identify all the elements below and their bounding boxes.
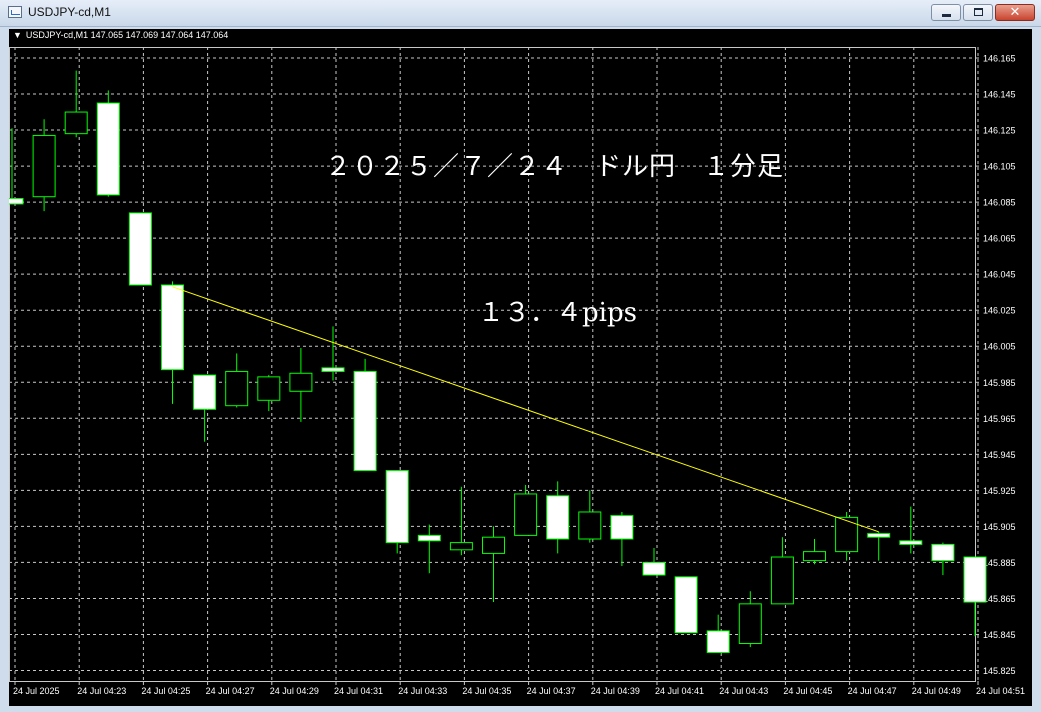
x-tick-label: 24 Jul 04:49 bbox=[912, 686, 961, 696]
maximize-button[interactable] bbox=[963, 4, 993, 21]
candle-bullish bbox=[257, 376, 281, 401]
plot-frame bbox=[9, 47, 976, 682]
x-tick-label: 24 Jul 04:27 bbox=[206, 686, 255, 696]
candle-bullish bbox=[482, 536, 505, 554]
candle-bearish bbox=[867, 533, 891, 538]
y-tick-label: 145.825 bbox=[983, 666, 1016, 676]
x-tick-label: 24 Jul 2025 bbox=[13, 686, 60, 696]
candle-bearish bbox=[674, 576, 698, 634]
candle-bullish bbox=[578, 511, 602, 540]
maximize-icon bbox=[974, 8, 983, 16]
candle-bullish bbox=[514, 493, 538, 536]
candle-bearish bbox=[706, 630, 730, 653]
dropdown-arrow-icon[interactable]: ▼ bbox=[13, 30, 22, 40]
candle-bullish bbox=[770, 556, 794, 605]
candle-bearish bbox=[353, 370, 377, 472]
y-tick-label: 146.045 bbox=[983, 270, 1016, 280]
chart-header: ▼ USDJPY-cd,M1 147.065 147.069 147.064 14… bbox=[13, 30, 228, 40]
candle-bullish bbox=[289, 372, 313, 392]
minimize-button[interactable] bbox=[931, 4, 961, 21]
candle-bearish bbox=[610, 515, 634, 540]
y-tick-label: 146.005 bbox=[983, 342, 1016, 352]
x-tick-label: 24 Jul 04:45 bbox=[783, 686, 832, 696]
candle-bullish bbox=[738, 603, 762, 644]
candle-bullish bbox=[64, 111, 88, 135]
price-chart[interactable]: 146.165 146.145 146.125 146.105 146.085 146.0… bbox=[9, 29, 1032, 706]
y-tick-label: 145.885 bbox=[983, 558, 1016, 568]
candle-bullish bbox=[449, 542, 473, 551]
candle-bearish bbox=[546, 495, 570, 540]
x-tick-label: 24 Jul 04:25 bbox=[141, 686, 190, 696]
candle-bearish bbox=[899, 540, 923, 545]
x-tick-label: 24 Jul 04:37 bbox=[527, 686, 576, 696]
x-tick-label: 24 Jul 04:39 bbox=[591, 686, 640, 696]
candle-bearish bbox=[96, 102, 120, 196]
candle-bullish bbox=[803, 551, 826, 562]
x-tick-label: 24 Jul 04:43 bbox=[719, 686, 768, 696]
x-tick-label: 24 Jul 04:51 bbox=[976, 686, 1025, 696]
y-tick-label: 145.965 bbox=[983, 414, 1016, 424]
y-tick-label: 145.925 bbox=[983, 486, 1016, 496]
x-tick-label: 24 Jul 04:35 bbox=[462, 686, 511, 696]
window-title: USDJPY-cd,M1 bbox=[28, 5, 111, 19]
y-tick-label: 146.125 bbox=[983, 126, 1016, 136]
y-tick-label: 146.065 bbox=[983, 234, 1016, 244]
y-tick-label: 145.945 bbox=[983, 450, 1016, 460]
candle-bearish bbox=[128, 212, 152, 286]
x-tick-label: 24 Jul 04:29 bbox=[270, 686, 319, 696]
x-tick-label: 24 Jul 04:31 bbox=[334, 686, 383, 696]
candle-bearish bbox=[9, 198, 24, 205]
y-tick-label: 146.165 bbox=[983, 54, 1016, 64]
y-tick-label: 146.145 bbox=[983, 90, 1016, 100]
candle-bearish bbox=[963, 556, 987, 603]
y-tick-label: 145.865 bbox=[983, 594, 1016, 604]
chart-window-icon bbox=[8, 6, 22, 18]
candlestick-chart-canvas[interactable]: 146.165 146.145 146.125 146.105 146.085 146.0… bbox=[9, 29, 1032, 706]
x-tick-label: 24 Jul 04:23 bbox=[77, 686, 126, 696]
x-tick-label: 24 Jul 04:33 bbox=[398, 686, 447, 696]
candle-bullish bbox=[835, 516, 859, 553]
title-bar[interactable]: USDJPY-cd,M1 ✕ bbox=[0, 0, 1041, 27]
candle-bullish bbox=[225, 370, 249, 407]
close-button[interactable]: ✕ bbox=[995, 4, 1035, 21]
chart-header-text: USDJPY-cd,M1 147.065 147.069 147.064 147… bbox=[25, 30, 229, 40]
close-icon: ✕ bbox=[1009, 5, 1021, 20]
pips-annotation: １３．４pips bbox=[478, 298, 637, 328]
candle-bearish bbox=[642, 561, 666, 576]
y-tick-label: 146.025 bbox=[983, 306, 1016, 316]
candle-bearish bbox=[417, 534, 441, 542]
chart-window: USDJPY-cd,M1 ✕ 146.165 146.145 146.125 146.… bbox=[0, 0, 1041, 712]
y-tick-label: 146.085 bbox=[983, 198, 1016, 208]
candle-bearish bbox=[161, 284, 184, 371]
y-tick-label: 146.105 bbox=[983, 162, 1016, 172]
x-tick-label: 24 Jul 04:47 bbox=[848, 686, 897, 696]
candle-bearish bbox=[931, 543, 955, 562]
x-tick-label: 24 Jul 04:41 bbox=[655, 686, 704, 696]
candle-bearish bbox=[193, 374, 217, 410]
minimize-icon bbox=[942, 14, 951, 17]
y-tick-label: 145.845 bbox=[983, 630, 1016, 640]
candle-bearish bbox=[385, 470, 409, 544]
y-tick-label: 145.905 bbox=[983, 522, 1016, 532]
date-annotation: ２０２５／７／２４ ドル円 １分足 bbox=[325, 152, 785, 182]
candle-bullish bbox=[32, 134, 56, 198]
y-tick-label: 145.985 bbox=[983, 378, 1016, 388]
candle-bearish bbox=[321, 367, 345, 372]
